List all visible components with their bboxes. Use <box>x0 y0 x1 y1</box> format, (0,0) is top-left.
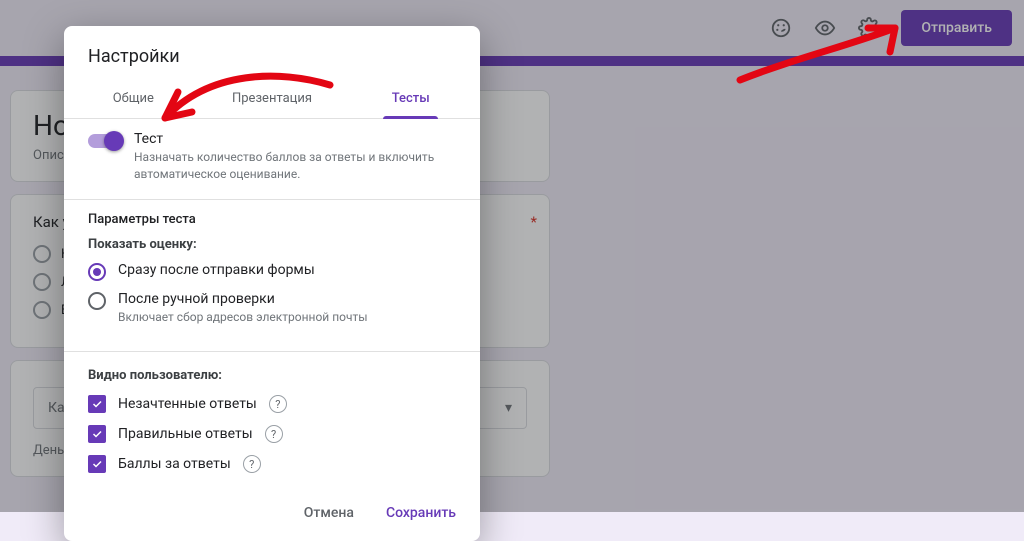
cancel-button[interactable]: Отмена <box>292 497 366 529</box>
params-title: Параметры теста <box>88 212 456 227</box>
dialog-title: Настройки <box>64 26 480 79</box>
tab-general[interactable]: Общие <box>64 79 203 118</box>
radio-icon <box>88 263 106 281</box>
help-icon[interactable]: ? <box>243 455 261 473</box>
radio-immediate[interactable]: Сразу после отправки формы <box>88 262 456 281</box>
tab-presentation[interactable]: Презентация <box>203 79 342 118</box>
radio-manual[interactable]: После ручной проверки Включает сбор адре… <box>88 291 456 326</box>
help-icon[interactable]: ? <box>265 425 283 443</box>
quiz-sublabel: Назначать количество баллов за ответы и … <box>134 149 456 183</box>
checkbox-icon <box>88 425 106 443</box>
quiz-label: Тест <box>134 131 456 147</box>
check-points[interactable]: Баллы за ответы ? <box>88 455 456 473</box>
check-correct[interactable]: Правильные ответы ? <box>88 425 456 443</box>
dialog-actions: Отмена Сохранить <box>64 489 480 533</box>
check-missed[interactable]: Незачтенные ответы ? <box>88 395 456 413</box>
dialog-tabs: Общие Презентация Тесты <box>64 79 480 119</box>
checkbox-icon <box>88 455 106 473</box>
visible-title: Видно пользователю: <box>88 368 456 383</box>
save-button[interactable]: Сохранить <box>374 497 468 529</box>
tab-tests[interactable]: Тесты <box>341 79 480 118</box>
show-grade-title: Показать оценку: <box>88 237 456 252</box>
help-icon[interactable]: ? <box>269 395 287 413</box>
radio-icon <box>88 292 106 310</box>
settings-dialog: Настройки Общие Презентация Тесты Тест Н… <box>64 26 480 541</box>
quiz-toggle[interactable] <box>88 134 122 148</box>
checkbox-icon <box>88 395 106 413</box>
